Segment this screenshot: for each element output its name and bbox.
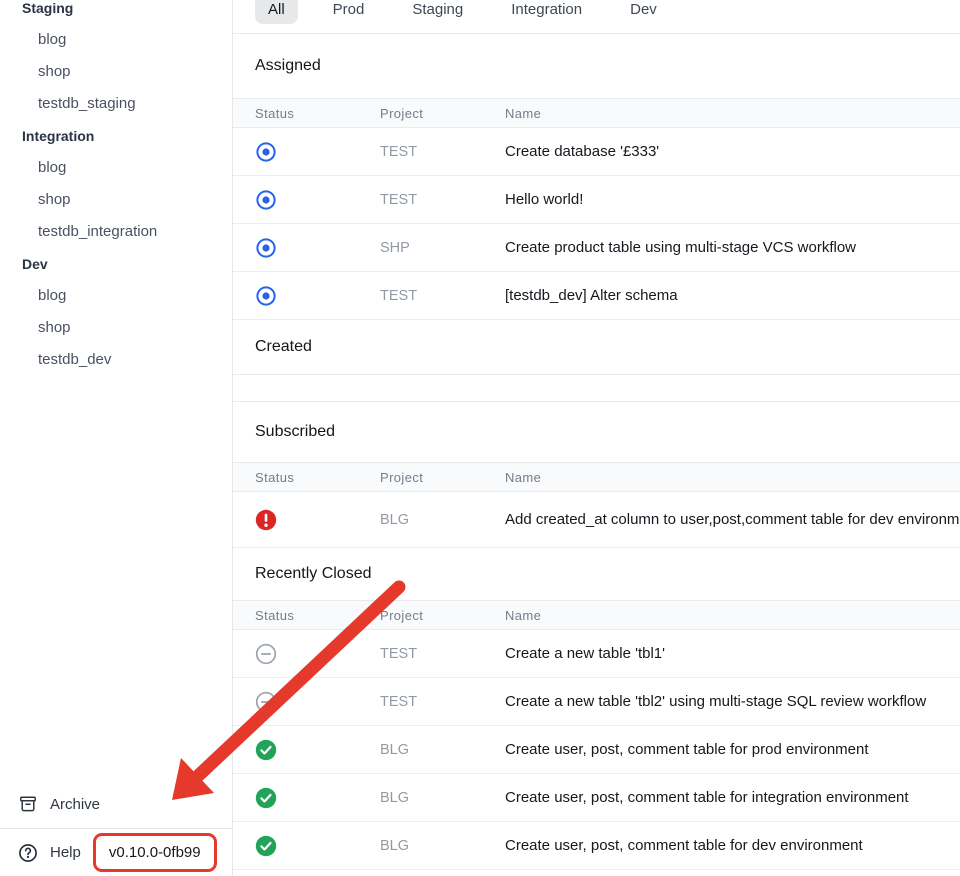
empty-row: [233, 374, 960, 402]
sidebar-item-blog[interactable]: blog: [0, 24, 232, 56]
status-open-icon: [255, 285, 380, 307]
sections: AssignedStatusProjectNameTESTCreate data…: [233, 34, 960, 870]
tab-all[interactable]: All: [255, 0, 298, 24]
sidebar-item-testdb_integration[interactable]: testdb_integration: [0, 216, 232, 248]
issue-name: Create user, post, comment table for dev…: [505, 837, 960, 854]
section-recently-closed: Recently ClosedStatusProjectNameTESTCrea…: [233, 548, 960, 870]
sidebar-item-shop[interactable]: shop: [0, 56, 232, 88]
main-content: AllProdStagingIntegrationDev AssignedSta…: [233, 0, 960, 876]
status-done-icon: [255, 835, 380, 857]
status-open-icon: [255, 189, 380, 211]
sidebar-item-testdb_dev[interactable]: testdb_dev: [0, 344, 232, 376]
tab-dev[interactable]: Dev: [617, 0, 670, 24]
sidebar-group-integration: Integration: [0, 120, 232, 152]
issue-row[interactable]: TESTCreate database '£333': [233, 128, 960, 176]
table-header: StatusProjectName: [233, 98, 960, 128]
issue-name: Create user, post, comment table for int…: [505, 789, 960, 806]
issue-name: [testdb_dev] Alter schema: [505, 287, 960, 304]
sidebar-group-dev: Dev: [0, 248, 232, 280]
column-header: Name: [505, 470, 960, 485]
section-title: Subscribed: [233, 402, 960, 462]
sidebar: Stagingblogshoptestdb_stagingIntegration…: [0, 0, 233, 876]
issue-name: Hello world!: [505, 191, 960, 208]
status-done-icon: [255, 787, 380, 809]
section-title: Created: [233, 320, 960, 374]
archive-icon: [18, 794, 38, 814]
column-header: Status: [255, 470, 380, 485]
version-text: v0.10.0-0fb99: [109, 844, 201, 861]
table-header: StatusProjectName: [233, 600, 960, 630]
issue-name: Create a new table 'tbl1': [505, 645, 960, 662]
tab-prod[interactable]: Prod: [320, 0, 378, 24]
sidebar-bottom: Archive Help v0.10.0-0fb99: [0, 780, 232, 876]
help-row: Help v0.10.0-0fb99: [0, 828, 232, 876]
column-header: Name: [505, 106, 960, 121]
project-code: TEST: [380, 646, 505, 662]
issue-row[interactable]: BLGCreate user, post, comment table for …: [233, 774, 960, 822]
project-code: BLG: [380, 742, 505, 758]
section-created: Created: [233, 320, 960, 402]
project-code: TEST: [380, 288, 505, 304]
app: Stagingblogshoptestdb_stagingIntegration…: [0, 0, 960, 876]
sidebar-item-shop[interactable]: shop: [0, 184, 232, 216]
help-label: Help: [50, 844, 81, 861]
sidebar-item-shop[interactable]: shop: [0, 312, 232, 344]
status-canceled-icon: [255, 691, 380, 713]
issue-name: Create database '£333': [505, 143, 960, 160]
tab-bar: All Prod Staging Integration Dev: [233, 0, 960, 34]
column-header: Status: [255, 608, 380, 623]
project-code: TEST: [380, 694, 505, 710]
status-open-icon: [255, 141, 380, 163]
project-code: BLG: [380, 790, 505, 806]
archive-button[interactable]: Archive: [0, 780, 232, 828]
sidebar-group-staging: Staging: [0, 0, 232, 24]
issue-name: Add created_at column to user,post,comme…: [505, 511, 960, 528]
table-header: StatusProjectName: [233, 462, 960, 492]
issue-name: Create user, post, comment table for pro…: [505, 741, 960, 758]
section-subscribed: SubscribedStatusProjectNameBLGAdd create…: [233, 402, 960, 548]
section-title: Recently Closed: [233, 548, 960, 600]
column-header: Project: [380, 470, 505, 485]
status-attention-icon: [255, 509, 380, 531]
issue-row[interactable]: TESTCreate a new table 'tbl1': [233, 630, 960, 678]
issue-name: Create product table using multi-stage V…: [505, 239, 960, 256]
column-header: Project: [380, 106, 505, 121]
project-code: TEST: [380, 192, 505, 208]
project-code: BLG: [380, 838, 505, 854]
sidebar-tree: Stagingblogshoptestdb_stagingIntegration…: [0, 0, 232, 376]
section-assigned: AssignedStatusProjectNameTESTCreate data…: [233, 34, 960, 320]
issue-row[interactable]: SHPCreate product table using multi-stag…: [233, 224, 960, 272]
tab-staging[interactable]: Staging: [399, 0, 476, 24]
archive-label: Archive: [50, 796, 100, 813]
issue-row[interactable]: BLGAdd created_at column to user,post,co…: [233, 492, 960, 548]
project-code: BLG: [380, 512, 505, 528]
issue-row[interactable]: TESTCreate a new table 'tbl2' using mult…: [233, 678, 960, 726]
section-title: Assigned: [233, 34, 960, 98]
project-code: SHP: [380, 240, 505, 256]
status-done-icon: [255, 739, 380, 761]
issue-row[interactable]: BLGCreate user, post, comment table for …: [233, 822, 960, 870]
help-icon: [18, 843, 38, 863]
column-header: Name: [505, 608, 960, 623]
column-header: Status: [255, 106, 380, 121]
issue-row[interactable]: TESTHello world!: [233, 176, 960, 224]
tab-integration[interactable]: Integration: [498, 0, 595, 24]
issue-row[interactable]: TEST[testdb_dev] Alter schema: [233, 272, 960, 320]
status-open-icon: [255, 237, 380, 259]
sidebar-item-blog[interactable]: blog: [0, 152, 232, 184]
issue-name: Create a new table 'tbl2' using multi-st…: [505, 693, 960, 710]
help-button[interactable]: Help: [18, 843, 81, 863]
sidebar-item-blog[interactable]: blog: [0, 280, 232, 312]
issue-row[interactable]: BLGCreate user, post, comment table for …: [233, 726, 960, 774]
column-header: Project: [380, 608, 505, 623]
sidebar-item-testdb_staging[interactable]: testdb_staging: [0, 88, 232, 120]
version-highlight-box: v0.10.0-0fb99: [93, 833, 217, 872]
status-canceled-icon: [255, 643, 380, 665]
project-code: TEST: [380, 144, 505, 160]
